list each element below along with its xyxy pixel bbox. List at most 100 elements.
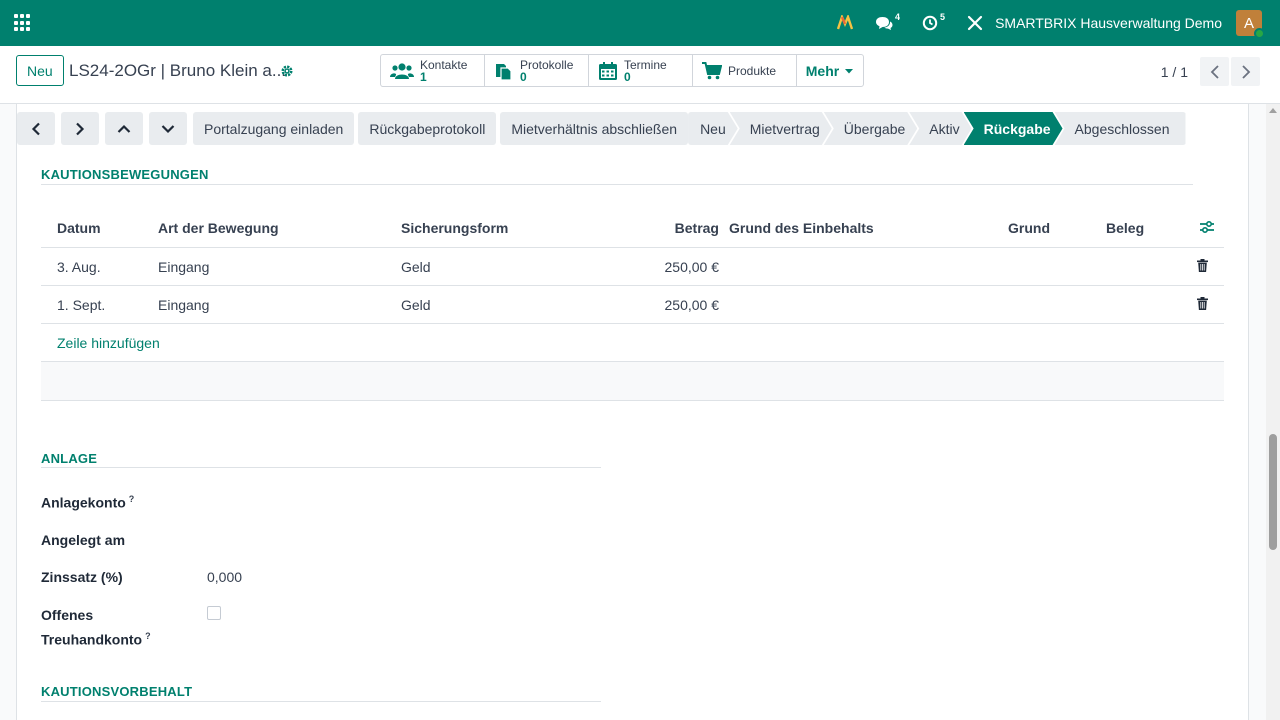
stage-abgeschlossen[interactable]: Abgeschlossen <box>1054 112 1186 145</box>
treuhandkonto-checkbox[interactable] <box>207 606 221 620</box>
smart-button-label: Protokolle <box>520 57 574 72</box>
return-protocol-button[interactable]: Rückgabeprotokoll <box>358 112 497 145</box>
zinssatz-field[interactable]: 0,000 <box>207 569 242 585</box>
scrollbar[interactable] <box>1266 104 1280 720</box>
smart-button-protokolle[interactable]: Protokolle 0 <box>485 55 589 86</box>
online-status-icon <box>1254 28 1265 39</box>
cell-datum[interactable]: 1. Sept. <box>57 297 105 313</box>
chevron-down-icon <box>161 124 175 133</box>
pager-next-button[interactable] <box>1231 57 1260 86</box>
status-stages: Neu Mietvertrag Übergabe Aktiv Rückgabe … <box>688 112 1186 145</box>
section-divider <box>41 184 1193 185</box>
activity-clock-icon[interactable]: 5 <box>922 12 946 31</box>
next-record-button[interactable] <box>61 112 99 145</box>
section-title-kaution: KAUTIONSBEWEGUNGEN <box>41 167 209 182</box>
tools-icon <box>967 15 983 31</box>
treuhandkonto-label: Offenes Treuhandkonto? <box>41 605 151 651</box>
stage-neu[interactable]: Neu <box>688 112 738 145</box>
users-icon <box>390 62 414 79</box>
smart-button-count: 1 <box>420 69 427 84</box>
move-up-button[interactable] <box>105 112 143 145</box>
table-header-row: Datum Art der Bewegung Sicherungsform Be… <box>41 209 1224 248</box>
pager-previous-button[interactable] <box>1200 57 1229 86</box>
smart-button-produkte[interactable]: Produkte <box>693 55 797 86</box>
app-logo-icon[interactable] <box>837 15 854 31</box>
more-label: Mehr <box>805 62 840 79</box>
copy-icon <box>496 63 512 81</box>
table-row[interactable]: 1. Sept. Eingang Geld 250,00 € <box>41 286 1224 324</box>
close-tenancy-button[interactable]: Mietverhältnis abschließen <box>500 112 689 145</box>
stage-rueckgabe[interactable]: Rückgabe <box>964 112 1063 145</box>
smart-button-kontakte[interactable]: Kontakte 1 <box>381 55 485 86</box>
company-name: SMARTBRIX Hausverwaltung Demo <box>995 15 1222 31</box>
column-header-beleg[interactable]: Beleg <box>1106 220 1144 236</box>
activity-count: 5 <box>940 12 946 22</box>
chevron-left-icon <box>31 122 40 135</box>
section-title-anlage: ANLAGE <box>41 451 98 466</box>
form-sheet: Portalzugang einladen Rückgabeprotokoll … <box>16 104 1249 720</box>
portal-invite-button[interactable]: Portalzugang einladen <box>193 112 355 145</box>
smart-button-count: 0 <box>624 69 631 84</box>
avatar-letter: A <box>1243 14 1254 32</box>
column-header-sicherungsform[interactable]: Sicherungsform <box>401 220 508 236</box>
caret-down-icon <box>845 68 854 73</box>
record-title[interactable]: LS24-2OGr | Bruno Klein a... <box>69 61 286 81</box>
add-line-link[interactable]: Zeile hinzufügen <box>57 335 160 351</box>
help-icon[interactable]: ? <box>145 631 151 641</box>
messages-icon[interactable]: 4 <box>875 12 900 31</box>
messages-count: 4 <box>895 12 901 22</box>
cell-sicherungsform[interactable]: Geld <box>401 259 431 275</box>
column-header-art[interactable]: Art der Bewegung <box>158 220 279 236</box>
navbar-systray: 4 5 SMARTBRIX Hausverwaltung Demo A <box>837 0 1265 46</box>
cart-icon <box>702 61 722 79</box>
column-settings-icon[interactable] <box>1199 220 1215 237</box>
statusbar: Portalzugang einladen Rückgabeprotokoll … <box>17 112 1248 145</box>
stage-aktiv[interactable]: Aktiv <box>909 112 971 145</box>
pager-value[interactable]: 1 / 1 <box>1161 64 1188 80</box>
help-icon[interactable]: ? <box>129 494 135 504</box>
apps-menu-icon[interactable] <box>14 14 32 32</box>
more-dropdown[interactable]: Mehr <box>797 55 863 86</box>
chevron-right-icon <box>76 122 85 135</box>
cell-sicherungsform[interactable]: Geld <box>401 297 431 313</box>
treuhand-label-line2: Treuhandkonto <box>41 631 143 648</box>
control-panel: Neu LS24-2OGr | Bruno Klein a... Kontakt… <box>0 46 1280 104</box>
trash-icon[interactable] <box>1197 296 1208 313</box>
smart-button-count: 0 <box>520 69 527 84</box>
stage-uebergabe[interactable]: Übergabe <box>824 112 918 145</box>
cell-betrag[interactable]: 250,00 € <box>641 259 720 275</box>
cell-art[interactable]: Eingang <box>158 297 209 313</box>
table-row[interactable]: 3. Aug. Eingang Geld 250,00 € <box>41 248 1224 286</box>
gear-icon[interactable] <box>280 64 294 81</box>
section-divider <box>41 467 601 468</box>
chevron-left-icon <box>1210 64 1219 79</box>
trash-icon[interactable] <box>1197 258 1208 275</box>
previous-record-button[interactable] <box>17 112 55 145</box>
smart-button-label: Produkte <box>728 63 777 78</box>
add-line-row: Zeile hinzufügen <box>41 324 1224 362</box>
cell-art[interactable]: Eingang <box>158 259 209 275</box>
move-down-button[interactable] <box>149 112 187 145</box>
column-header-grund[interactable]: Grund <box>1008 220 1050 236</box>
scroll-up-icon[interactable] <box>1269 108 1277 113</box>
new-button[interactable]: Neu <box>16 55 64 86</box>
cell-betrag[interactable]: 250,00 € <box>641 297 720 313</box>
smart-buttons: Kontakte 1 Protokolle 0 Termine 0 Produkte … <box>380 54 864 87</box>
company-switcher[interactable]: SMARTBRIX Hausverwaltung Demo <box>967 15 1222 31</box>
anlagekonto-label: Anlagekonto? <box>41 494 134 511</box>
section-title-vorbehalt: KAUTIONSVORBEHALT <box>41 684 193 699</box>
stage-mietvertrag[interactable]: Mietvertrag <box>730 112 832 145</box>
angelegt-am-label: Angelegt am <box>41 532 126 548</box>
column-header-grund-einbehalt[interactable]: Grund des Einbehalts <box>729 220 874 236</box>
anlagekonto-label-text: Anlagekonto <box>41 494 126 511</box>
chevron-up-icon <box>117 124 131 133</box>
top-navbar: 4 5 SMARTBRIX Hausverwaltung Demo A <box>0 0 1280 46</box>
cell-datum[interactable]: 3. Aug. <box>57 259 101 275</box>
smart-button-label: Kontakte <box>420 57 468 72</box>
column-header-betrag[interactable]: Betrag <box>661 220 719 236</box>
smart-button-termine[interactable]: Termine 0 <box>589 55 693 86</box>
column-header-datum[interactable]: Datum <box>57 220 101 236</box>
user-avatar[interactable]: A <box>1236 10 1265 39</box>
chevron-right-icon <box>1241 64 1250 79</box>
scroll-thumb[interactable] <box>1269 434 1277 550</box>
